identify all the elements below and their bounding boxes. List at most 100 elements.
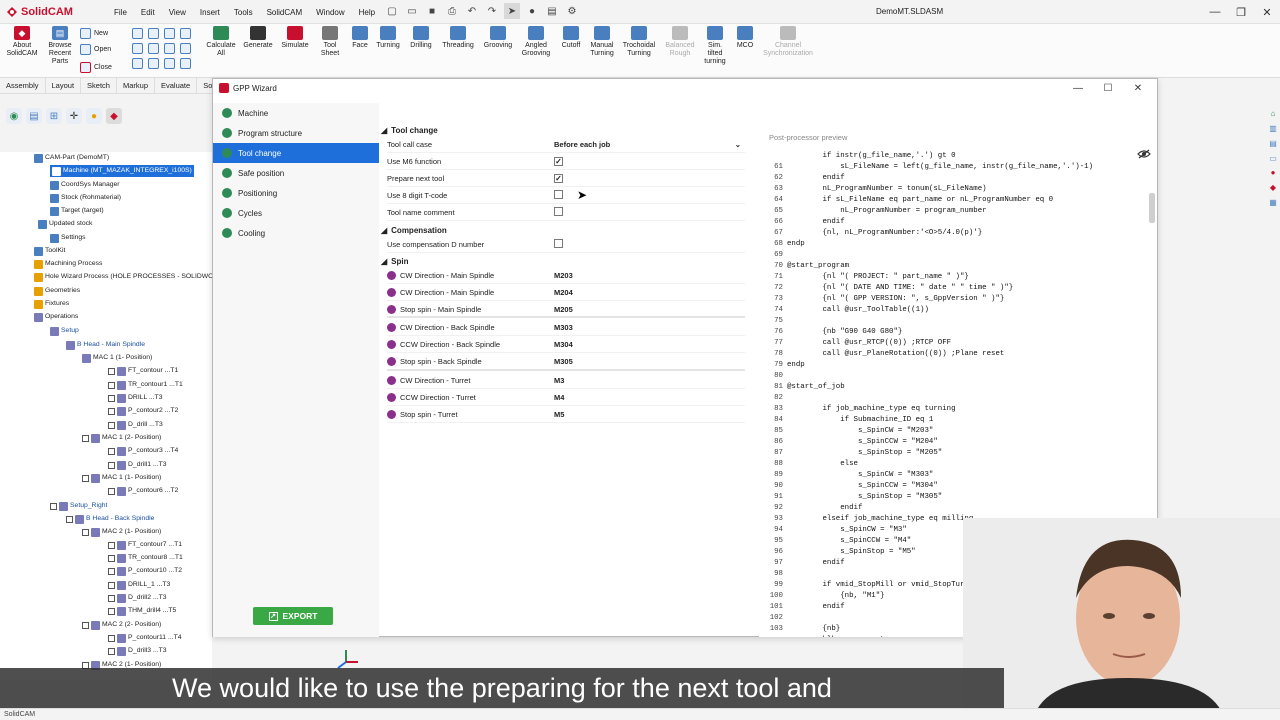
tree-item[interactable]: MAC 2 (1- Position) (82, 526, 161, 538)
tree-item[interactable]: Operations (34, 311, 78, 323)
custom-props-icon[interactable]: ▦ (1267, 196, 1279, 208)
nav-positioning[interactable]: Positioning (213, 183, 379, 203)
tree-checkbox[interactable] (82, 528, 89, 536)
redo-icon[interactable]: ↷ (484, 3, 500, 19)
tree-checkbox[interactable] (108, 447, 115, 455)
browse-recent-parts-button[interactable]: ▤ Browse Recent Parts (44, 26, 76, 66)
tree-checkbox[interactable] (108, 554, 115, 562)
tree-item[interactable]: P_contour6 ...T2 (108, 485, 178, 497)
grid-tool-icon[interactable] (148, 28, 159, 39)
grid-tool-icon[interactable] (180, 43, 191, 54)
tree-item[interactable]: CAM-Part (DemoMT) (34, 152, 109, 164)
tree-item[interactable]: Target (target) (50, 205, 104, 217)
new-button[interactable]: New (80, 28, 108, 39)
tree-item[interactable]: P_contour2 ...T2 (108, 405, 178, 417)
save-icon[interactable]: ■ (424, 3, 440, 19)
menu-help[interactable]: Help (353, 8, 381, 17)
menu-tools[interactable]: Tools (228, 8, 259, 17)
menu-window[interactable]: Window (310, 8, 350, 17)
ribbon-mco-button[interactable]: MCO (737, 26, 753, 50)
menu-view[interactable]: View (163, 8, 192, 17)
ribbon-threading-button[interactable]: Threading (440, 26, 476, 50)
tree-item[interactable]: TR_contour8 ...T1 (108, 552, 183, 564)
menu-insert[interactable]: Insert (194, 8, 226, 17)
spin-code-field[interactable]: M3 (554, 376, 745, 385)
tab-assembly[interactable]: Assembly (0, 78, 46, 93)
tab-markup[interactable]: Markup (117, 78, 155, 93)
nav-program-structure[interactable]: Program structure (213, 123, 379, 143)
grid-tool-icon[interactable] (164, 28, 175, 39)
tree-item[interactable]: FT_contour7 ...T1 (108, 539, 182, 551)
print-icon[interactable]: ⎙ (444, 3, 460, 19)
section-spin[interactable]: ◢ Spin (381, 254, 747, 268)
tree-checkbox[interactable] (66, 515, 73, 523)
tab-layout[interactable]: Layout (46, 78, 82, 93)
gpp-minimize-icon[interactable]: — (1063, 79, 1093, 97)
tree-checkbox[interactable] (108, 407, 115, 415)
tree-item[interactable]: B Head - Main Spindle (66, 339, 145, 351)
new-doc-icon[interactable]: ▢ (384, 3, 400, 19)
config-manager-icon[interactable]: ⊞ (46, 108, 62, 124)
ribbon-calculate-button[interactable]: Calculate All (206, 26, 236, 58)
tree-checkbox[interactable] (50, 502, 57, 510)
tree-item[interactable]: Fixtures (34, 298, 69, 310)
tree-item[interactable]: D_drill2 ...T3 (108, 592, 167, 604)
nav-safe-position[interactable]: Safe position (213, 163, 379, 183)
grid-tool-icon[interactable] (132, 28, 143, 39)
tree-item[interactable]: Settings (50, 232, 86, 244)
tree-item[interactable]: TR_contour1 ...T1 (108, 379, 183, 391)
tree-item[interactable]: P_contour3 ...T4 (108, 445, 178, 457)
tree-checkbox[interactable] (108, 647, 115, 655)
tree-item[interactable]: D_drill3 ...T3 (108, 645, 167, 657)
ribbon-simulate-button[interactable]: Simulate (280, 26, 310, 50)
spin-code-field[interactable]: M303 (554, 323, 745, 332)
tree-checkbox[interactable] (108, 381, 115, 389)
spin-code-field[interactable]: M305 (554, 357, 745, 366)
tree-checkbox[interactable] (108, 567, 115, 575)
spin-code-field[interactable]: M4 (554, 393, 745, 402)
tree-item[interactable]: MAC 1 (1- Position) (82, 352, 152, 364)
tree-checkbox[interactable] (108, 487, 115, 495)
display-manager-icon[interactable]: ● (86, 108, 102, 124)
solidcam-pane-icon[interactable]: ◆ (1267, 182, 1279, 194)
explorer-icon[interactable]: ▭ (1267, 152, 1279, 164)
dimxpert-icon[interactable]: ✛ (66, 108, 82, 124)
ribbon-cutoff-button[interactable]: Cutoff (559, 26, 583, 50)
nav-tool-change[interactable]: Tool change (213, 143, 379, 163)
undo-icon[interactable]: ↶ (464, 3, 480, 19)
ribbon-tool-sheet-button[interactable]: Tool Sheet (316, 26, 344, 58)
menu-edit[interactable]: Edit (135, 8, 161, 17)
tree-checkbox[interactable] (108, 421, 115, 429)
tool-call-case-select[interactable]: Before each job ⌄ (554, 140, 745, 149)
tree-item[interactable]: MAC 2 (2- Position) (82, 619, 161, 631)
spin-code-field[interactable]: M204 (554, 288, 745, 297)
tree-checkbox[interactable] (82, 621, 89, 629)
ribbon-drilling-button[interactable]: Drilling (407, 26, 435, 50)
gpp-close-icon[interactable]: ✕ (1123, 79, 1153, 97)
grid-tool-icon[interactable] (180, 58, 191, 69)
ribbon-face-button[interactable]: Face (349, 26, 371, 50)
tree-checkbox[interactable] (108, 394, 115, 402)
property-manager-icon[interactable]: ▤ (26, 108, 42, 124)
ribbon-angled-grooving-button[interactable]: Angled Grooving (520, 26, 552, 58)
tree-checkbox[interactable] (108, 461, 115, 469)
ribbon-manual-turning-button[interactable]: Manual Turning (588, 26, 616, 58)
grid-tool-icon[interactable] (180, 28, 191, 39)
tree-checkbox[interactable] (108, 367, 115, 375)
tree-item[interactable]: DRILL ...T3 (108, 392, 163, 404)
restore-icon[interactable]: ❐ (1228, 0, 1254, 24)
section-compensation[interactable]: ◢ Compensation (381, 223, 747, 237)
ribbon-grooving-button[interactable]: Grooving (482, 26, 514, 50)
tree-item[interactable]: THM_drill4 ...T5 (108, 605, 176, 617)
tree-item[interactable]: Stock (Rohmaterial) (50, 192, 121, 204)
grid-tool-icon[interactable] (148, 58, 159, 69)
home-icon[interactable]: ⌂ (1267, 108, 1279, 120)
feature-tree-icon[interactable]: ◉ (6, 108, 22, 124)
ribbon-channel-sync-button[interactable]: Channel Synchronization (763, 26, 813, 58)
close-button[interactable]: Close (80, 62, 112, 73)
tree-item[interactable]: P_contour10 ...T2 (108, 565, 182, 577)
resources-icon[interactable]: ▥ (1267, 123, 1279, 135)
nav-cooling[interactable]: Cooling (213, 223, 379, 243)
grid-tool-icon[interactable] (132, 58, 143, 69)
open-folder-icon[interactable]: ▭ (404, 3, 420, 19)
